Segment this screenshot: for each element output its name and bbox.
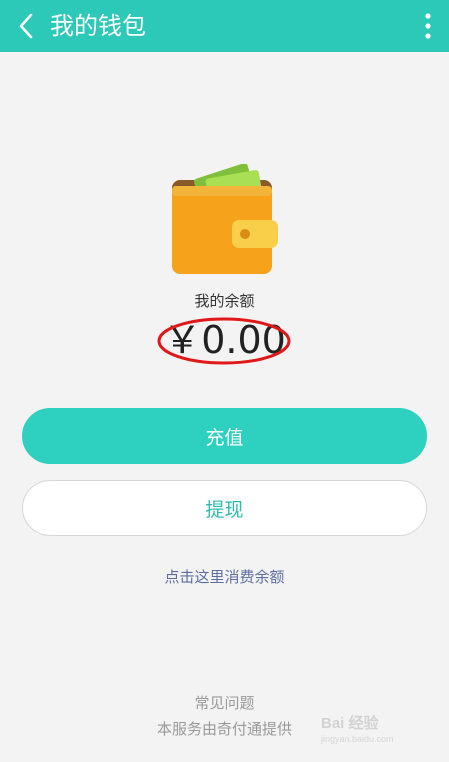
back-arrow-icon	[19, 13, 33, 39]
back-button[interactable]	[6, 6, 46, 46]
more-vert-icon	[425, 13, 431, 39]
more-options-button[interactable]	[413, 6, 443, 46]
baidu-jingyan-watermark: Bai 经验 jingyan.baidu.com	[321, 710, 431, 750]
page-title: 我的钱包	[50, 12, 146, 40]
wallet-icon	[172, 164, 278, 274]
annotation-circle	[157, 317, 291, 365]
balance-label: 我的余额	[194, 292, 255, 310]
watermark-url: jingyan.baidu.com	[321, 734, 394, 744]
spend-balance-link[interactable]: 点击这里消费余额	[0, 566, 449, 587]
withdraw-button[interactable]: 提现	[22, 480, 427, 536]
watermark-brand: Bai 经验	[321, 715, 379, 732]
recharge-button[interactable]: 充值	[22, 408, 427, 464]
app-header: 我的钱包	[0, 0, 449, 52]
